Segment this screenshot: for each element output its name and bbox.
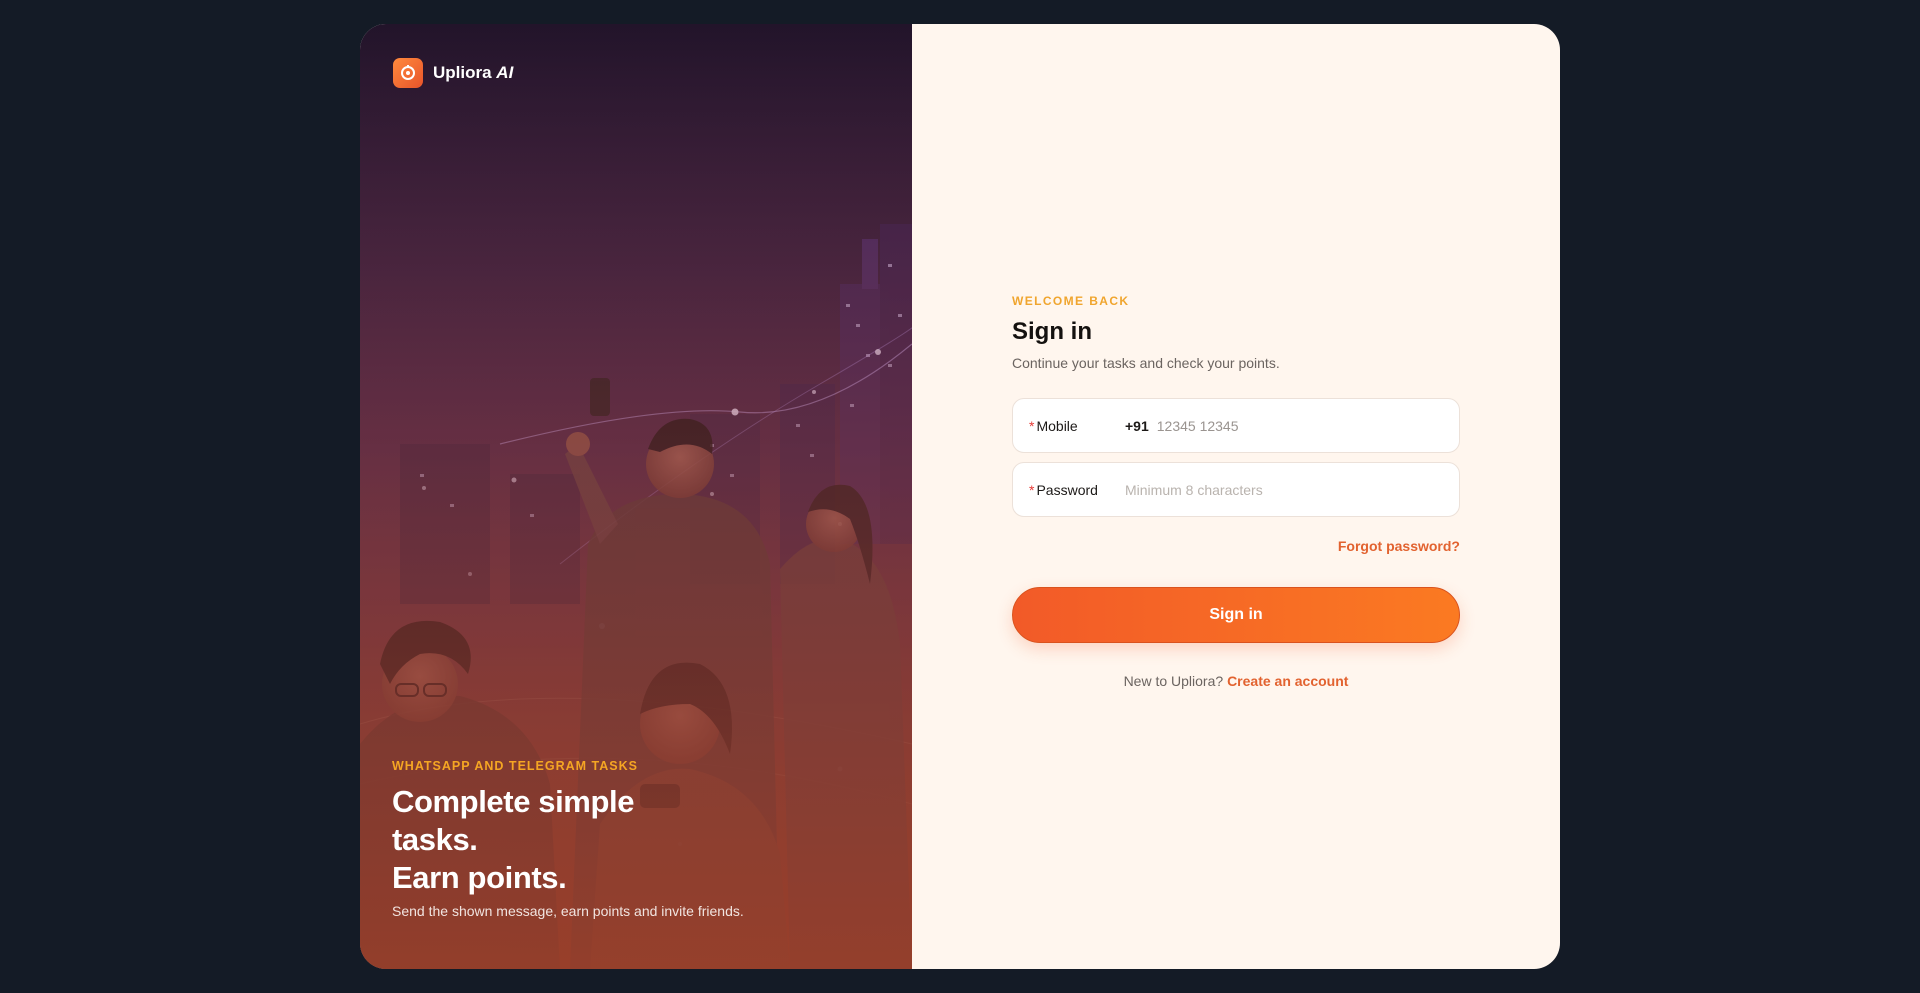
hero-kicker: WHATSAPP AND TELEGRAM TASKS <box>392 759 638 773</box>
mobile-input[interactable] <box>1156 417 1443 434</box>
country-code-prefix: +91 <box>1125 417 1149 434</box>
hero-panel: Upliora AI WHATSAPP AND TELEGRAM TASKS C… <box>360 24 912 969</box>
mobile-label: * Mobile <box>1029 418 1125 434</box>
required-mark: * <box>1029 417 1035 434</box>
signin-panel: WELCOME BACK Sign in Continue your tasks… <box>912 24 1560 969</box>
hero-title-line-3: Earn points. <box>392 860 567 895</box>
welcome-kicker: WELCOME BACK <box>1012 294 1130 308</box>
password-label: * Password <box>1029 482 1125 498</box>
required-mark: * <box>1029 481 1035 498</box>
page-title: Sign in <box>1012 318 1092 345</box>
brand: Upliora AI <box>393 58 513 88</box>
hero-title-line-1: Complete simple <box>392 784 635 819</box>
brand-name-text: Upliora <box>433 63 492 82</box>
mobile-field[interactable]: * Mobile +91 <box>1012 398 1460 453</box>
brand-name: Upliora AI <box>433 63 513 83</box>
auth-card: Upliora AI WHATSAPP AND TELEGRAM TASKS C… <box>360 24 1560 969</box>
signup-prompt: New to Upliora? <box>1123 673 1224 689</box>
signin-button[interactable]: Sign in <box>1012 587 1460 643</box>
signin-form: WELCOME BACK Sign in Continue your tasks… <box>1012 294 1460 689</box>
hero-subtitle: Send the shown message, earn points and … <box>392 903 744 919</box>
page-subtitle: Continue your tasks and check your point… <box>1012 355 1280 371</box>
hero-copy: WHATSAPP AND TELEGRAM TASKS Complete sim… <box>392 759 812 919</box>
hero-title-line-2: tasks. <box>392 822 478 857</box>
brand-logo-icon <box>393 58 423 88</box>
password-input[interactable] <box>1125 481 1443 498</box>
forgot-password-link[interactable]: Forgot password? <box>1338 538 1460 554</box>
password-label-text: Password <box>1036 481 1098 498</box>
password-field[interactable]: * Password <box>1012 462 1460 517</box>
signup-row: New to Upliora? Create an account <box>1012 673 1460 689</box>
brand-name-suffix: AI <box>496 63 514 82</box>
forgot-row: Forgot password? <box>1012 538 1460 556</box>
hero-title: Complete simple tasks. Earn points. <box>392 783 812 897</box>
mobile-label-text: Mobile <box>1036 417 1078 434</box>
create-account-link[interactable]: Create an account <box>1227 673 1348 689</box>
